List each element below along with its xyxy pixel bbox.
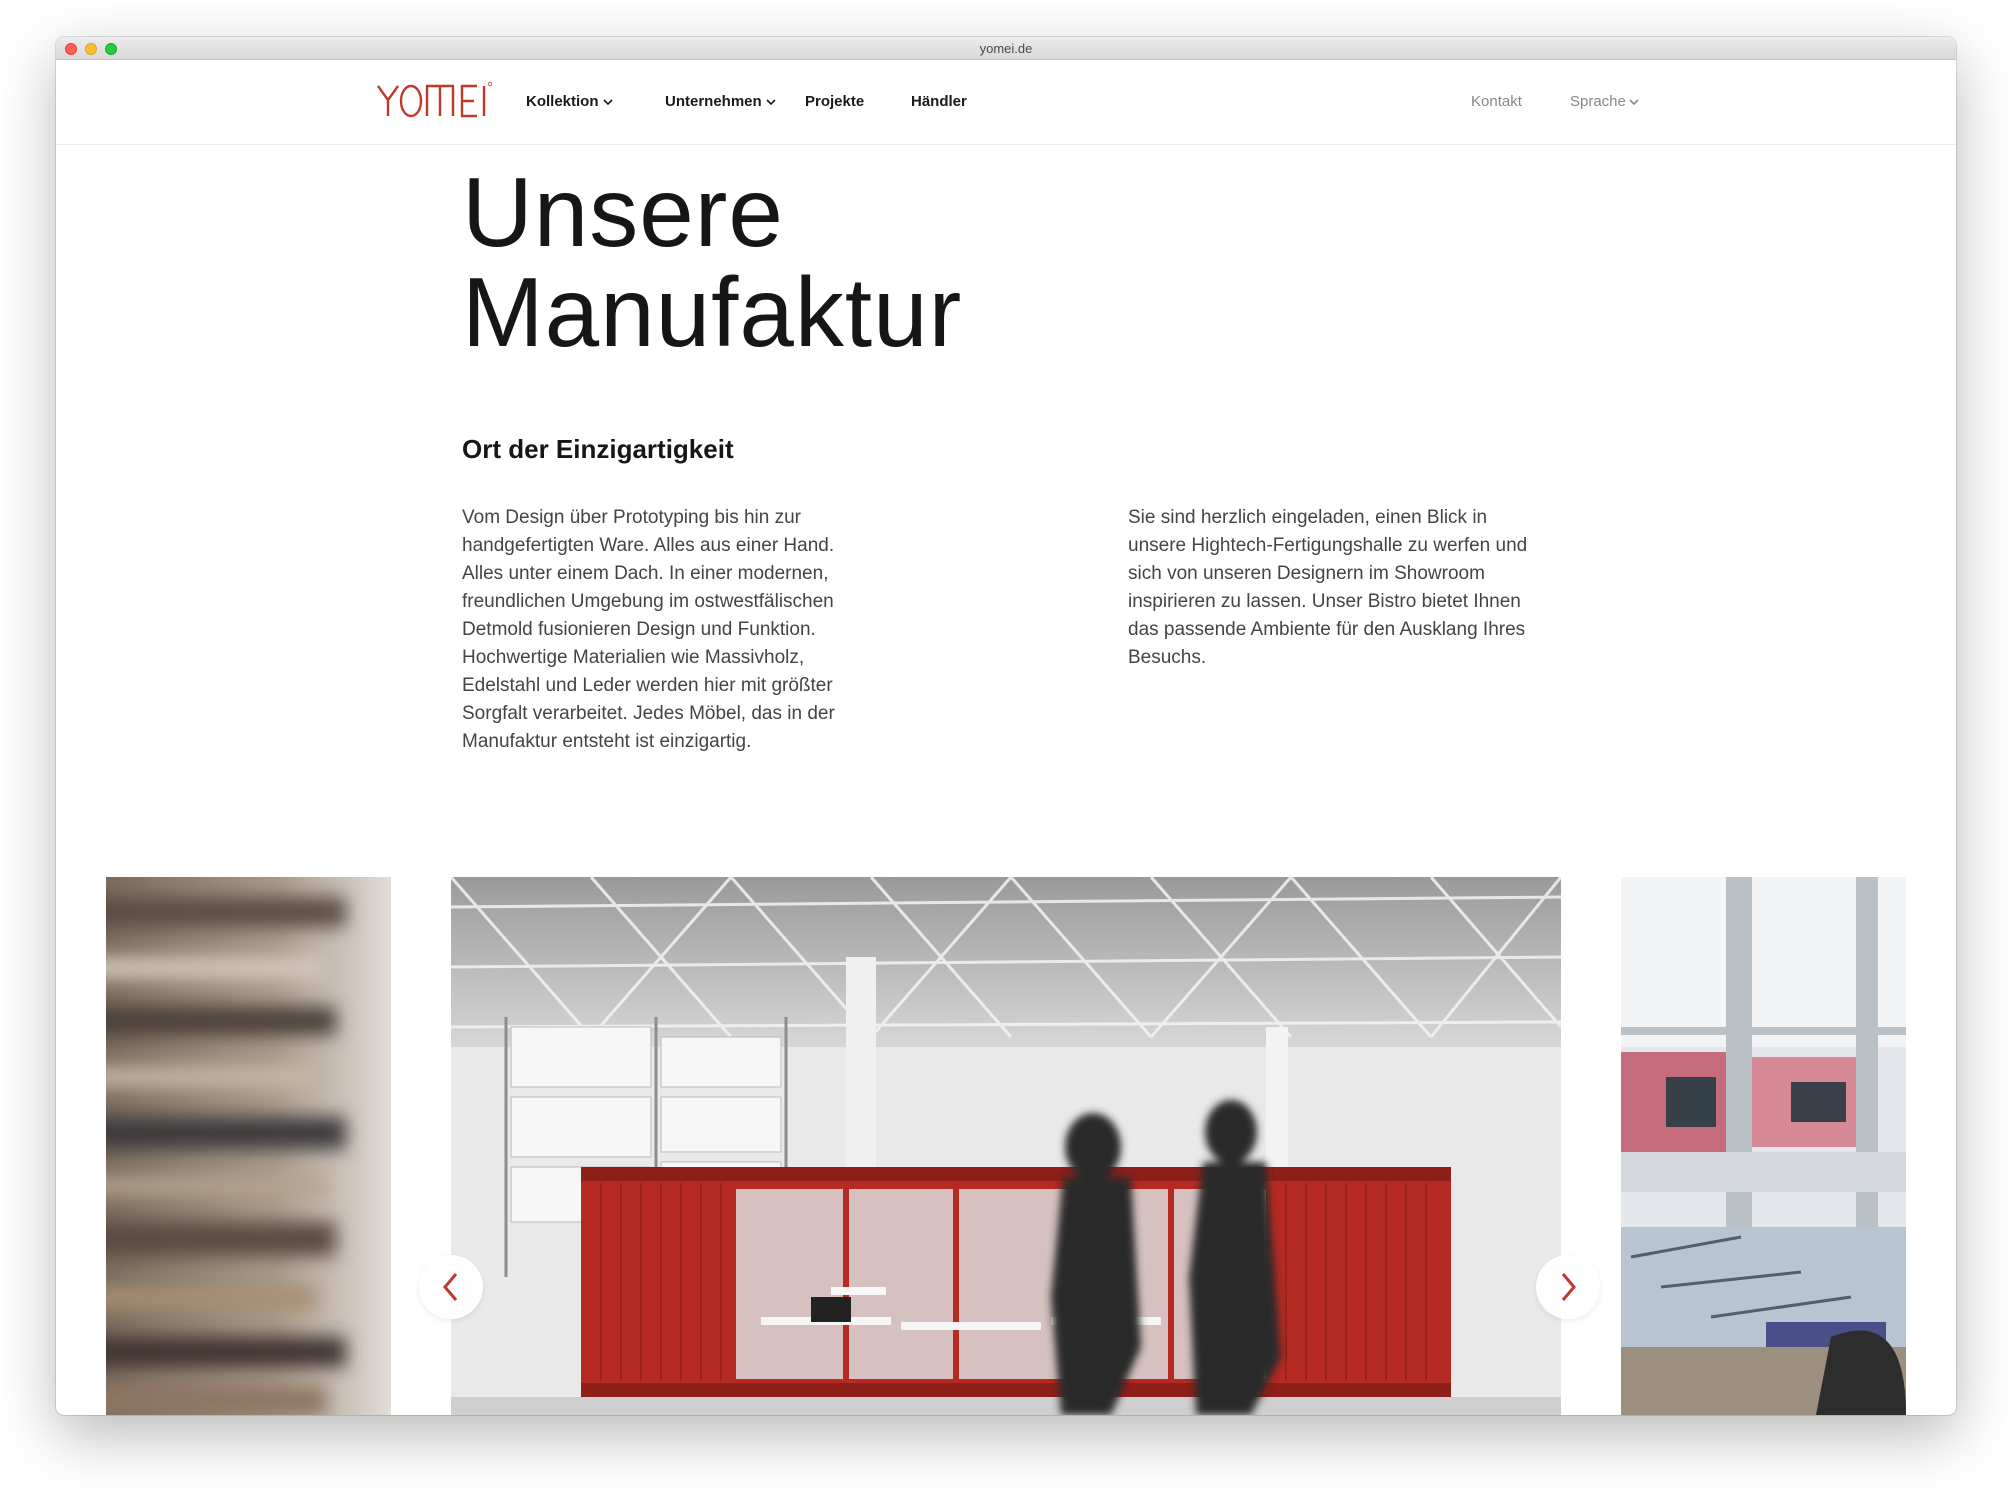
carousel-slide-current[interactable] (451, 877, 1561, 1415)
nav-kollektion[interactable]: Kollektion (526, 93, 613, 110)
address-bar[interactable]: yomei.de (56, 41, 1956, 56)
browser-window: yomei.de Kollektion Unternehmen Projekte… (56, 37, 1956, 1415)
yomei-logo[interactable] (376, 80, 496, 120)
language-label: Sprache (1570, 93, 1626, 110)
nav-unternehmen[interactable]: Unternehmen (665, 93, 776, 110)
chevron-down-icon (1629, 98, 1639, 105)
nav-kollektion-label: Kollektion (526, 93, 599, 110)
carousel-slide-previous[interactable] (106, 877, 391, 1415)
carousel-slide-next[interactable] (1621, 877, 1906, 1415)
language-selector[interactable]: Sprache (1570, 93, 1639, 110)
chevron-right-icon (1561, 1273, 1576, 1301)
contact-label: Kontakt (1471, 93, 1522, 110)
contact-link[interactable]: Kontakt (1471, 93, 1522, 110)
site-header: Kollektion Unternehmen Projekte Händler … (56, 60, 1956, 145)
workshop-window-photo (1621, 877, 1906, 1415)
browser-titlebar: yomei.de (56, 37, 1956, 60)
page-title-line1: Unsere (462, 157, 784, 267)
intro-paragraph-right: Sie sind herzlich eingeladen, einen Blic… (1128, 507, 1528, 668)
page-title-line2: Manufaktur (462, 257, 963, 367)
page-title: Unsere Manufaktur (462, 162, 1162, 362)
section-subheading: Ort der Einzigartigkeit (462, 434, 734, 464)
carousel-prev-button[interactable] (419, 1255, 483, 1319)
image-carousel (56, 877, 1956, 1415)
nav-projekte[interactable]: Projekte (805, 93, 864, 110)
yomei-logo-icon (377, 81, 493, 118)
intro-paragraph-left: Vom Design über Prototyping bis hin zur … (462, 507, 835, 752)
blurred-wood-stack-photo (106, 877, 391, 1415)
carousel-next-button[interactable] (1536, 1255, 1600, 1319)
chevron-down-icon (602, 98, 613, 105)
nav-haendler[interactable]: Händler (911, 93, 967, 110)
factory-hall-red-container-photo (451, 877, 1561, 1415)
nav-projekte-label: Projekte (805, 93, 865, 110)
chevron-left-icon (443, 1273, 458, 1301)
nav-unternehmen-label: Unternehmen (665, 93, 762, 110)
chevron-down-icon (766, 98, 776, 105)
nav-haendler-label: Händler (911, 93, 967, 110)
